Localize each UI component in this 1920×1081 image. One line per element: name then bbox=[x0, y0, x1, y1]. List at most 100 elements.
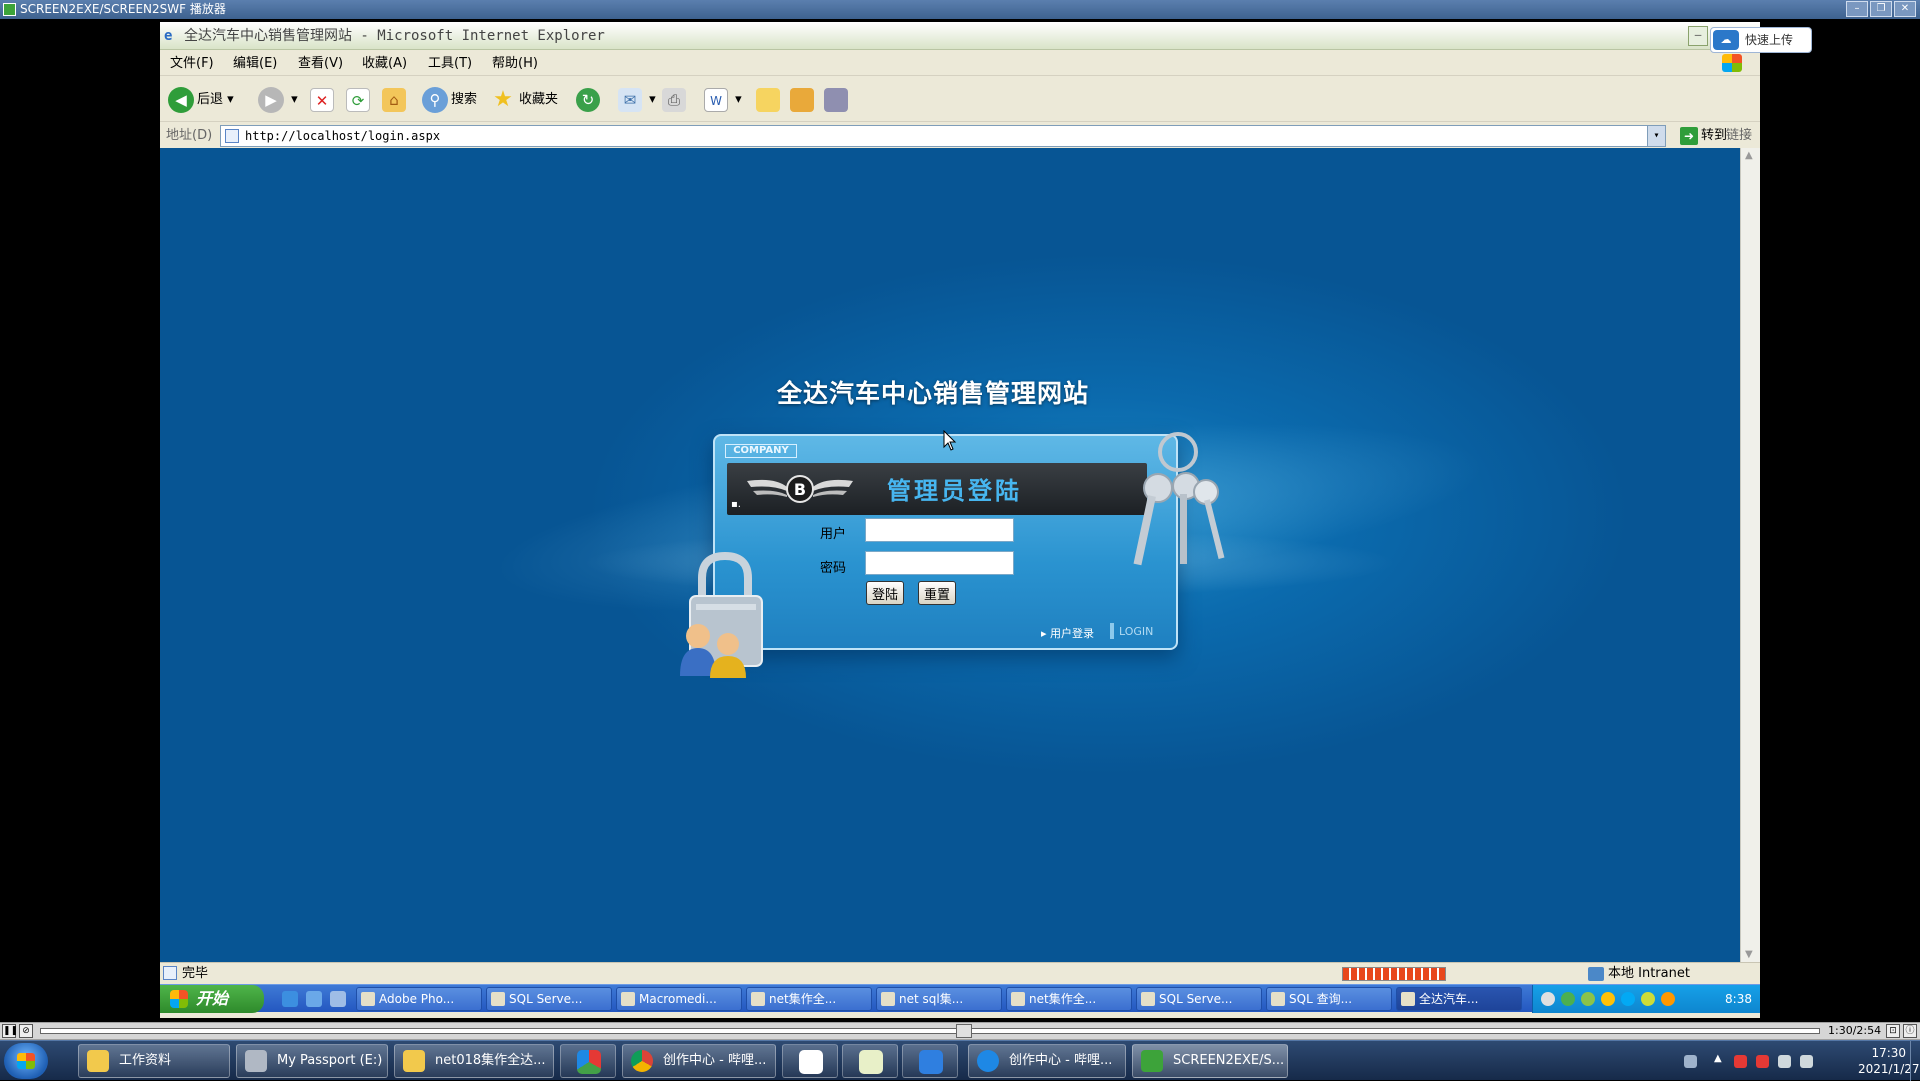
win7-start-button[interactable] bbox=[4, 1043, 48, 1079]
refresh-button[interactable]: ⟳ bbox=[346, 85, 373, 115]
restore-icon[interactable]: ❐ bbox=[1870, 1, 1892, 17]
task-label: 创作中心 - 哔哩... bbox=[663, 1053, 767, 1068]
favorites-label: 收藏夹 bbox=[519, 92, 559, 107]
task-label: SQL 查询... bbox=[1289, 992, 1353, 1006]
w7-task-project-folder[interactable]: net018集作全达... bbox=[394, 1044, 554, 1078]
qq-icon[interactable] bbox=[1756, 1055, 1769, 1068]
playback-time: 1:30/2:54 bbox=[1828, 1024, 1882, 1037]
address-label: 地址(D) bbox=[166, 128, 213, 143]
word-icon: W bbox=[704, 87, 728, 112]
tray-icon[interactable] bbox=[1661, 992, 1675, 1006]
qq-icon[interactable] bbox=[1734, 1055, 1747, 1068]
stop-button[interactable]: ✕ bbox=[310, 85, 337, 115]
media-button[interactable]: ↻ bbox=[576, 85, 603, 115]
cloud-icon: ☁ bbox=[1713, 30, 1739, 50]
xp-task-net-sql[interactable]: net sql集... bbox=[876, 987, 1002, 1011]
address-input[interactable]: http://localhost/login.aspx ▾ bbox=[220, 125, 1666, 147]
xp-task-sql-server-1[interactable]: SQL Serve... bbox=[486, 987, 612, 1011]
w7-task-edge[interactable]: 创作中心 - 哔哩... bbox=[968, 1044, 1126, 1078]
login-heading: 管理员登陆 bbox=[887, 477, 1022, 505]
playback-track[interactable] bbox=[40, 1028, 1820, 1034]
menu-favorites[interactable]: 收藏(A) bbox=[362, 52, 407, 76]
back-button[interactable]: ◀ 后退 ▾ bbox=[168, 85, 234, 115]
quick-upload-button[interactable]: ☁ 快速上传 bbox=[1710, 27, 1812, 53]
xp-task-folder[interactable]: net集作全... bbox=[746, 987, 872, 1011]
show-desktop-button[interactable] bbox=[1910, 1041, 1920, 1081]
menu-edit[interactable]: 编辑(E) bbox=[233, 52, 277, 76]
upload-label: 快速上传 bbox=[1745, 33, 1794, 47]
w7-task-work-folder[interactable]: 工作资料 bbox=[78, 1044, 230, 1078]
favorites-button[interactable]: ★ 收藏夹 bbox=[490, 85, 558, 115]
w7-pinned-baidu[interactable] bbox=[782, 1044, 838, 1078]
task-label: Adobe Pho... bbox=[379, 992, 455, 1006]
research-button[interactable] bbox=[790, 85, 817, 115]
menu-view[interactable]: 查看(V) bbox=[298, 52, 343, 76]
xp-task-macromedia[interactable]: Macromedi... bbox=[616, 987, 742, 1011]
xp-start-button[interactable]: 开始 bbox=[160, 985, 264, 1013]
vertical-scrollbar[interactable]: ▲ ▼ bbox=[1740, 148, 1760, 962]
xp-task-sql-query[interactable]: SQL 查询... bbox=[1266, 987, 1392, 1011]
app-icon bbox=[881, 992, 895, 1006]
edit-word-button[interactable]: W ▾ bbox=[704, 85, 742, 115]
web-page-content: 全达汽车中心销售管理网站 COMPANY B 管理员登陆 ▪. 用户 密码 登陆 bbox=[160, 148, 1740, 962]
w7-pinned-app[interactable] bbox=[560, 1044, 616, 1078]
menu-file[interactable]: 文件(F) bbox=[170, 52, 214, 76]
media-quicklaunch-icon[interactable] bbox=[330, 991, 346, 1007]
tray-icon[interactable] bbox=[1641, 992, 1655, 1006]
keys-icon bbox=[1133, 432, 1225, 566]
ie-icon bbox=[1401, 992, 1415, 1006]
password-input[interactable] bbox=[865, 551, 1014, 575]
tray-icon[interactable] bbox=[1581, 992, 1595, 1006]
reset-button[interactable]: 重置 bbox=[918, 581, 957, 605]
xp-task-ie-site[interactable]: 全达汽车... bbox=[1396, 987, 1522, 1011]
user-login-link[interactable]: ▸ 用户登录 bbox=[1041, 625, 1094, 641]
print-button[interactable]: ⎙ bbox=[662, 85, 689, 115]
w7-pinned-app2[interactable] bbox=[902, 1044, 958, 1078]
forward-button[interactable]: ▶ ▾ bbox=[258, 85, 298, 115]
cloud-app-icon bbox=[799, 1050, 823, 1074]
w7-task-screen2exe[interactable]: SCREEN2EXE/S... bbox=[1132, 1044, 1288, 1078]
tray-icon[interactable] bbox=[1601, 992, 1615, 1006]
ie-quicklaunch-icon[interactable] bbox=[282, 991, 298, 1007]
go-button[interactable]: ➜ 转到 bbox=[1680, 124, 1727, 148]
colorful-app-icon bbox=[577, 1050, 601, 1074]
scroll-up-icon[interactable]: ▲ bbox=[1745, 150, 1753, 161]
xp-task-sql-server-2[interactable]: SQL Serve... bbox=[1136, 987, 1262, 1011]
network-icon[interactable] bbox=[1800, 1055, 1813, 1068]
fullscreen-icon[interactable]: ⊡ bbox=[1886, 1024, 1900, 1038]
discuss-button[interactable] bbox=[756, 85, 783, 115]
home-button[interactable]: ⌂ bbox=[382, 85, 409, 115]
tray-expand-icon[interactable]: ▲ bbox=[1714, 1053, 1727, 1066]
page-icon bbox=[225, 129, 239, 143]
xp-task-net-project[interactable]: net集作全... bbox=[1006, 987, 1132, 1011]
w7-task-passport[interactable]: My Passport (E:) bbox=[236, 1044, 388, 1078]
task-label: SQL Serve... bbox=[1159, 992, 1233, 1006]
star-icon: ★ bbox=[493, 86, 513, 112]
volume-icon[interactable] bbox=[1778, 1055, 1791, 1068]
pause-icon[interactable]: ❚❚ bbox=[2, 1024, 18, 1038]
minimize-icon[interactable]: – bbox=[1846, 1, 1868, 17]
close-icon[interactable]: ✕ bbox=[1894, 1, 1916, 17]
search-button[interactable]: ⚲ 搜索 bbox=[422, 85, 477, 115]
desktop-quicklaunch-icon[interactable] bbox=[306, 991, 322, 1007]
scroll-down-icon[interactable]: ▼ bbox=[1745, 949, 1753, 960]
menu-tools[interactable]: 工具(T) bbox=[428, 52, 472, 76]
w7-pinned-editor[interactable] bbox=[842, 1044, 898, 1078]
stop-record-icon[interactable]: ⊘ bbox=[19, 1024, 33, 1038]
ie-minimize-button[interactable]: – bbox=[1688, 26, 1708, 46]
tray-icon[interactable] bbox=[1541, 992, 1555, 1006]
playback-thumb[interactable] bbox=[956, 1024, 972, 1038]
address-dropdown-icon[interactable]: ▾ bbox=[1647, 126, 1665, 146]
username-input[interactable] bbox=[865, 518, 1014, 542]
player-window-controls: – ❐ ✕ bbox=[1846, 1, 1916, 17]
menu-help[interactable]: 帮助(H) bbox=[492, 52, 538, 76]
keyboard-icon[interactable] bbox=[1684, 1055, 1697, 1068]
mail-button[interactable]: ✉ ▾ bbox=[618, 85, 656, 115]
tray-icon[interactable] bbox=[1621, 992, 1635, 1006]
login-button[interactable]: 登陆 bbox=[866, 581, 905, 605]
info-icon[interactable]: ⓘ bbox=[1903, 1024, 1917, 1038]
xp-task-photoshop[interactable]: Adobe Pho... bbox=[356, 987, 482, 1011]
w7-task-chrome[interactable]: 创作中心 - 哔哩... bbox=[622, 1044, 776, 1078]
tray-icon[interactable] bbox=[1561, 992, 1575, 1006]
messenger-button[interactable] bbox=[824, 85, 851, 115]
